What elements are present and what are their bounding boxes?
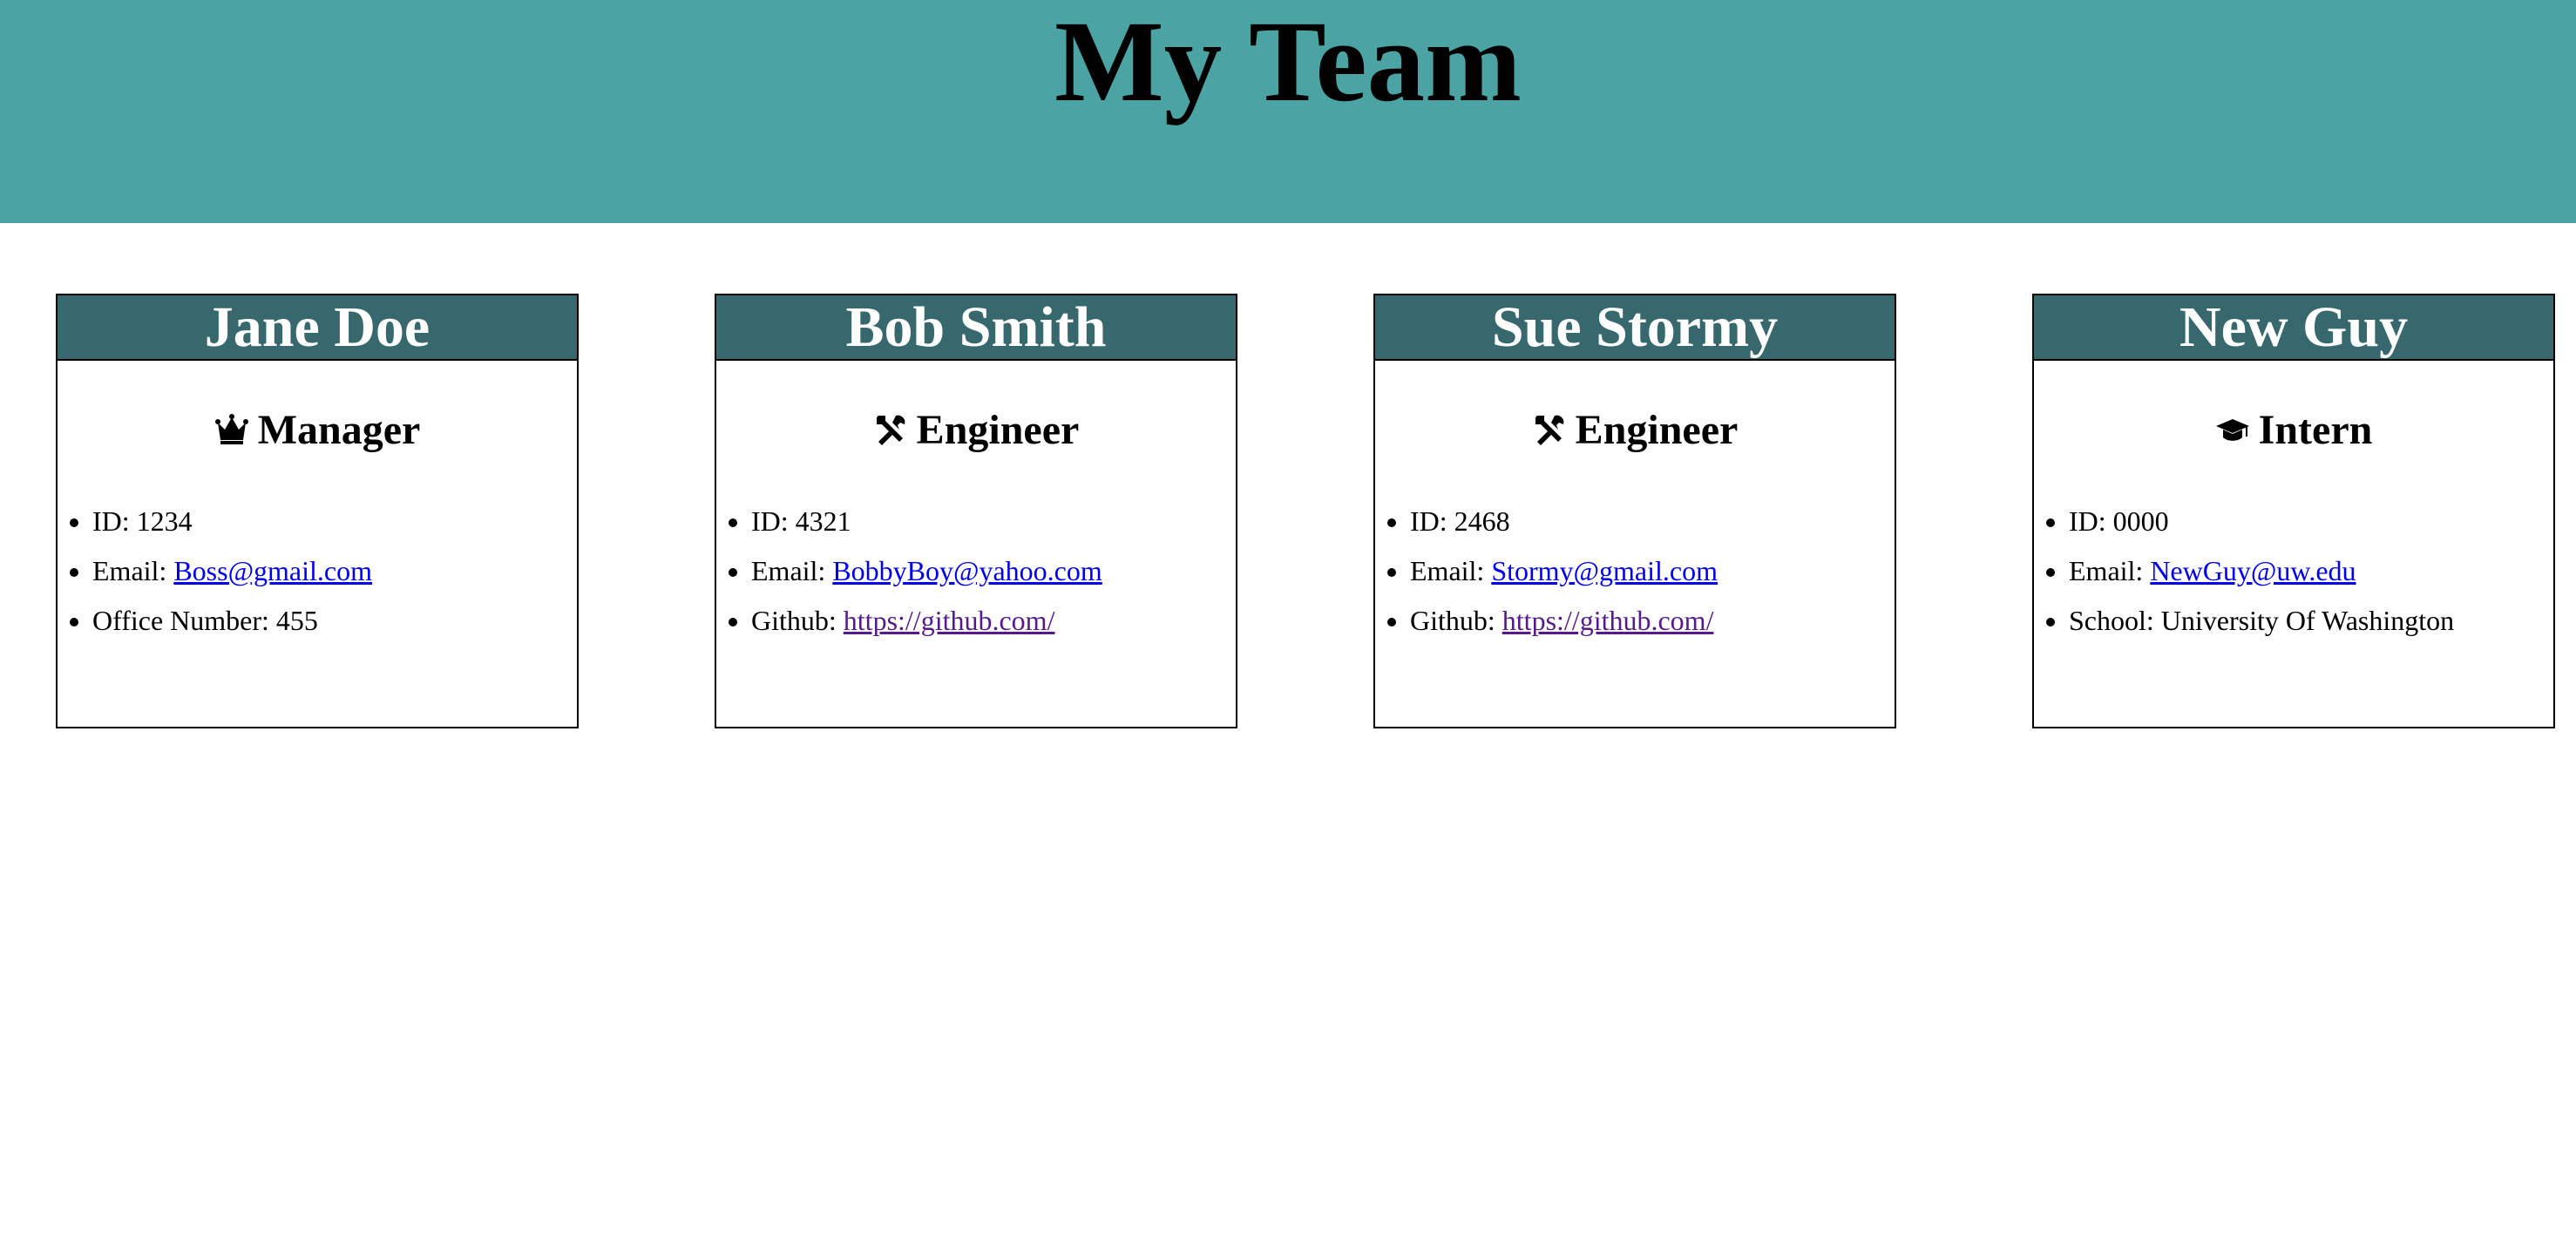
- employee-id: ID: 4321: [751, 497, 1236, 546]
- employee-name: New Guy: [2034, 295, 2553, 361]
- github-link[interactable]: https://github.com/: [1502, 605, 1714, 636]
- employee-card-intern: New Guy Intern ID: 0000 Email: NewGuy@uw…: [2032, 294, 2555, 728]
- employee-details: ID: 0000 Email: NewGuy@uw.edu School: Un…: [2034, 497, 2553, 646]
- employee-email: Email: BobbyBoy@yahoo.com: [751, 546, 1236, 596]
- employee-email: Email: NewGuy@uw.edu: [2069, 546, 2553, 596]
- github-link[interactable]: https://github.com/: [844, 605, 1055, 636]
- employee-role: Engineer: [716, 406, 1236, 455]
- employee-details: ID: 4321 Email: BobbyBoy@yahoo.com Githu…: [716, 497, 1236, 646]
- employee-card-manager: Jane Doe Manager ID: 1234 Email: Boss@gm…: [56, 294, 579, 728]
- employee-id: ID: 2468: [1410, 497, 1895, 546]
- employee-role-label: Engineer: [1575, 407, 1739, 453]
- employee-office-number: Office Number: 455: [92, 596, 577, 646]
- employee-role: Intern: [2034, 406, 2553, 455]
- employee-role: Manager: [58, 406, 577, 455]
- employee-email: Email: Boss@gmail.com: [92, 546, 577, 596]
- tools-icon: [1535, 415, 1564, 445]
- employee-role-label: Intern: [2258, 407, 2373, 453]
- page-header: My Team: [0, 0, 2576, 223]
- employee-details: ID: 1234 Email: Boss@gmail.com Office Nu…: [58, 497, 577, 646]
- employee-name: Sue Stormy: [1375, 295, 1895, 361]
- crown-icon: [214, 413, 248, 444]
- graduation-cap-icon: [2215, 418, 2249, 441]
- employee-name: Bob Smith: [716, 295, 1236, 361]
- tools-icon: [876, 415, 905, 445]
- email-link[interactable]: Stormy@gmail.com: [1491, 555, 1718, 586]
- employee-id: ID: 1234: [92, 497, 577, 546]
- employee-role-label: Manager: [257, 407, 421, 453]
- employee-email: Email: Stormy@gmail.com: [1410, 546, 1895, 596]
- employee-card-engineer: Sue Stormy Engineer ID: 2468 Email: Stor…: [1373, 294, 1896, 728]
- employee-id: ID: 0000: [2069, 497, 2553, 546]
- employee-role: Engineer: [1375, 406, 1895, 455]
- email-link[interactable]: BobbyBoy@yahoo.com: [832, 555, 1102, 586]
- employee-details: ID: 2468 Email: Stormy@gmail.com Github:…: [1375, 497, 1895, 646]
- employee-school: School: University Of Washington: [2069, 596, 2553, 646]
- employee-card-engineer: Bob Smith Engineer ID: 4321 Email: Bobby…: [715, 294, 1237, 728]
- email-link[interactable]: NewGuy@uw.edu: [2150, 555, 2356, 586]
- employee-github: Github: https://github.com/: [1410, 596, 1895, 646]
- employee-name: Jane Doe: [58, 295, 577, 361]
- employee-role-label: Engineer: [916, 407, 1080, 453]
- email-link[interactable]: Boss@gmail.com: [173, 555, 372, 586]
- page-title: My Team: [1054, 0, 1522, 125]
- employee-github: Github: https://github.com/: [751, 596, 1236, 646]
